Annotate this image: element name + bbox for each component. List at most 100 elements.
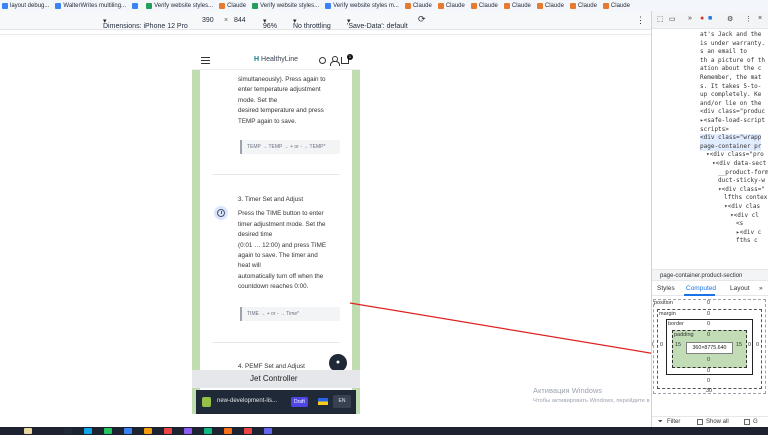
divider bbox=[212, 342, 340, 343]
language-button[interactable]: EN bbox=[333, 395, 351, 408]
devtools-menu-icon[interactable]: ⋮ bbox=[745, 15, 752, 23]
taskbar-app-icon[interactable] bbox=[144, 428, 152, 434]
group-checkbox[interactable] bbox=[744, 419, 750, 425]
step3-line-5: again to save. The timer and bbox=[238, 252, 318, 259]
bookmark-item[interactable]: Claude bbox=[437, 2, 465, 9]
dom-node-line[interactable]: ▾<div clas bbox=[724, 203, 760, 212]
close-icon[interactable]: × bbox=[758, 15, 762, 22]
chat-icon: ● bbox=[335, 359, 341, 366]
dom-node-line[interactable]: fths c bbox=[736, 237, 758, 246]
width-input[interactable]: 390 bbox=[202, 17, 214, 24]
jet-controller-bar[interactable]: Jet Controller bbox=[192, 370, 360, 388]
zoom-select[interactable]: 96% ▾ bbox=[263, 17, 277, 30]
dom-node-line[interactable]: ▾<div data-sect bbox=[712, 160, 766, 169]
taskbar-app-icon[interactable] bbox=[224, 428, 232, 434]
search-icon[interactable] bbox=[319, 57, 326, 64]
taskbar-app-icon[interactable] bbox=[124, 428, 132, 434]
position-value: 0 bbox=[707, 300, 711, 306]
filter-input[interactable]: Filter bbox=[667, 419, 680, 425]
errors-icon[interactable]: ● bbox=[700, 15, 704, 22]
inspect-icon[interactable]: ⬚ bbox=[657, 15, 664, 23]
rotate-icon[interactable]: ⟳ bbox=[418, 14, 426, 25]
dom-node-line[interactable]: page-container pr bbox=[700, 142, 762, 152]
tab-styles[interactable]: Styles bbox=[657, 285, 675, 292]
ukraine-flag-icon[interactable] bbox=[318, 398, 328, 405]
bookmark-item[interactable]: Claude bbox=[470, 2, 498, 9]
bookmark-label: Verify website styles... bbox=[154, 2, 214, 9]
more-panels-icon[interactable]: » bbox=[759, 285, 763, 292]
menu-icon[interactable] bbox=[201, 57, 210, 64]
dom-node-line[interactable]: ▾<div cl bbox=[730, 212, 759, 221]
dom-node-line[interactable]: s. It takes 5-to- bbox=[700, 83, 761, 92]
taskbar-app-icon[interactable] bbox=[104, 428, 112, 434]
bookmark-item[interactable]: Verify website styles m... bbox=[325, 2, 399, 9]
account-icon[interactable] bbox=[330, 56, 340, 66]
more-options-icon[interactable]: ⋮ bbox=[636, 15, 645, 26]
store-name[interactable]: new-development-lis... bbox=[217, 398, 277, 404]
dom-node-line[interactable]: at's Jack and the bbox=[700, 31, 761, 40]
bookmark-item[interactable]: WalterWrites multiling... bbox=[55, 2, 126, 9]
time-code-snippet: TIME → + or - → Time* bbox=[240, 307, 340, 321]
save-data-select[interactable]: 'Save-Data': default ▾ bbox=[347, 17, 408, 30]
taskbar-app-icon[interactable] bbox=[64, 428, 72, 434]
tab-computed[interactable]: Computed bbox=[686, 285, 716, 292]
bookmark-item[interactable]: Claude bbox=[602, 2, 630, 9]
bookmark-item[interactable] bbox=[132, 2, 140, 9]
height-input[interactable]: 844 bbox=[234, 17, 246, 24]
device-select[interactable]: Dimensions: iPhone 12 Pro ▾ bbox=[103, 17, 188, 30]
styles-tabs: Styles Computed Layout » bbox=[652, 281, 768, 296]
dom-node-line[interactable]: s an email to bbox=[700, 48, 747, 57]
bookmark-item[interactable]: Verify website styles... bbox=[146, 2, 214, 9]
throttle-select[interactable]: No throttling ▾ bbox=[293, 17, 331, 30]
site-logo[interactable]: H HealthyLine bbox=[254, 56, 298, 63]
dom-node-line[interactable]: <div class="wrapp bbox=[700, 134, 762, 143]
dom-node-line[interactable]: <div class="produc bbox=[700, 108, 765, 117]
bookmark-favicon-icon bbox=[536, 2, 543, 9]
position-bottom: 30 bbox=[706, 388, 713, 394]
more-tabs-icon[interactable]: » bbox=[688, 15, 692, 22]
dom-node-line[interactable]: is under warranty. bbox=[700, 40, 765, 49]
dom-node-line[interactable]: scripts> bbox=[700, 126, 729, 135]
dom-node-line[interactable]: and/or lie on the bbox=[700, 100, 761, 109]
taskbar-app-icon[interactable] bbox=[204, 428, 212, 434]
bookmark-item[interactable]: Verify website styles... bbox=[252, 2, 319, 9]
device-toggle-icon[interactable]: ▭ bbox=[669, 15, 676, 23]
dom-node-line[interactable]: up completely. Ke bbox=[700, 91, 761, 100]
taskbar-app-icon[interactable] bbox=[24, 428, 32, 434]
settings-icon[interactable]: ⚙ bbox=[727, 15, 733, 23]
padding-right: 15 bbox=[736, 342, 743, 348]
bookmark-label: Claude bbox=[610, 2, 630, 9]
dom-node-line[interactable]: ation about the c bbox=[700, 65, 761, 74]
dom-node-line[interactable]: ▸<div c bbox=[736, 229, 761, 238]
tab-layout[interactable]: Layout bbox=[730, 285, 750, 292]
box-content: 360×8775.640 bbox=[686, 342, 733, 354]
dom-node-line[interactable]: __product-form bbox=[718, 169, 768, 178]
taskbar-app-icon[interactable] bbox=[84, 428, 92, 434]
issues-icon[interactable]: ■ bbox=[708, 15, 712, 22]
bookmark-item[interactable]: Claude bbox=[219, 2, 246, 9]
bookmark-item[interactable]: Claude bbox=[503, 2, 531, 9]
bookmark-item[interactable]: Claude bbox=[536, 2, 564, 9]
bookmark-item[interactable]: Claude bbox=[404, 2, 432, 9]
dom-node-line[interactable]: Remember, the mat bbox=[700, 74, 761, 83]
show-all-checkbox[interactable] bbox=[697, 419, 703, 425]
taskbar-app-icon[interactable] bbox=[244, 428, 252, 434]
padding-left: 15 bbox=[675, 342, 682, 348]
taskbar-app-icon[interactable] bbox=[164, 428, 172, 434]
dom-node-line[interactable]: <s bbox=[736, 220, 743, 229]
dom-node-line[interactable]: duct-sticky-w bbox=[718, 177, 765, 186]
bookmark-item[interactable]: Claude bbox=[569, 2, 597, 9]
dom-node-line[interactable]: th a picture of th bbox=[700, 57, 765, 66]
dom-node-line[interactable]: ▸<safe-load-script bbox=[700, 117, 765, 126]
devtools-panel: ⬚ ▭ » ● ■ ⚙ ⋮ × at's Jack and the is unde… bbox=[651, 11, 768, 427]
position-label: position bbox=[654, 300, 673, 306]
windows-taskbar bbox=[0, 427, 768, 435]
dom-breadcrumb[interactable]: page-container.product-section bbox=[652, 269, 768, 281]
bookmark-item[interactable]: layout debug... bbox=[2, 2, 49, 9]
dom-node-line[interactable]: ▾<div class=" bbox=[718, 186, 765, 195]
dom-node-line[interactable]: ▾<div class="pro bbox=[706, 151, 764, 160]
dom-node-line[interactable]: lfths contex bbox=[724, 194, 767, 203]
taskbar-app-icon[interactable] bbox=[184, 428, 192, 434]
taskbar-app-icon[interactable] bbox=[264, 428, 272, 434]
margin-top: 0 bbox=[707, 311, 711, 317]
